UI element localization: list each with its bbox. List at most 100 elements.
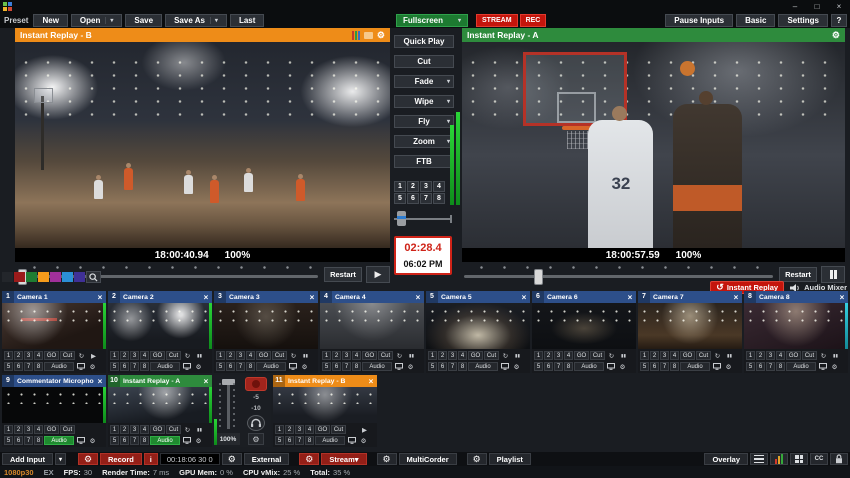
tbar-handle[interactable]: [397, 211, 406, 226]
overlay-3-button[interactable]: 3: [24, 351, 33, 360]
audio-button[interactable]: Audio: [44, 436, 74, 445]
overlay-4-button[interactable]: 4: [776, 351, 785, 360]
cut-button[interactable]: Cut: [60, 425, 75, 434]
close-icon[interactable]: ×: [624, 293, 636, 302]
overlay-button[interactable]: Overlay: [704, 453, 748, 465]
overlay-2-button[interactable]: 2: [650, 351, 659, 360]
menu-icon[interactable]: [750, 453, 768, 465]
overlay-6-button[interactable]: 6: [332, 362, 341, 371]
monitor-icon[interactable]: [181, 436, 192, 445]
overlay-7-button[interactable]: 7: [554, 362, 563, 371]
input-tile[interactable]: 4 Camera 4 × 1 2 3 4 GO Cut ↻ ▮▮ 5 6 7 8…: [320, 291, 424, 373]
color-swatch[interactable]: [74, 272, 85, 282]
overlay-4-button[interactable]: 4: [140, 425, 149, 434]
transition-tbar[interactable]: [394, 211, 452, 226]
overlay-5-button[interactable]: 5: [216, 362, 225, 371]
overlay-5-button[interactable]: 5: [110, 436, 119, 445]
playlist-button[interactable]: Playlist: [489, 453, 531, 465]
input-tile-header[interactable]: 8 Camera 8 ×: [744, 291, 848, 303]
loop-icon[interactable]: ↻: [76, 351, 87, 360]
input-tile[interactable]: 2 Camera 2 × 1 2 3 4 GO Cut ↻ ▮▮ 5 6 7 8…: [108, 291, 212, 373]
overlay-3-button[interactable]: 3: [554, 351, 563, 360]
input-thumbnail[interactable]: [108, 387, 212, 423]
transport-button[interactable]: ▮▮: [194, 351, 205, 360]
overlay-6-button[interactable]: 6: [120, 436, 129, 445]
loop-icon[interactable]: ↻: [712, 351, 723, 360]
audio-button[interactable]: Audio: [256, 362, 286, 371]
input-tile-header[interactable]: 3 Camera 3 ×: [214, 291, 318, 303]
overlay-5-button[interactable]: 5: [428, 362, 437, 371]
loop-icon[interactable]: ↻: [606, 351, 617, 360]
input-thumbnail[interactable]: [744, 303, 848, 349]
overlay-2-button[interactable]: 2: [438, 351, 447, 360]
overlay-1-button[interactable]: 1: [4, 425, 13, 434]
overlay-6-button[interactable]: 6: [14, 362, 23, 371]
cut-button[interactable]: Cut: [272, 351, 287, 360]
input-thumbnail[interactable]: [320, 303, 424, 349]
overlay-2-button[interactable]: 2: [332, 351, 341, 360]
multicorder-settings-gear-icon[interactable]: ⚙: [377, 453, 397, 465]
multicorder-button[interactable]: MultiCorder: [399, 453, 457, 465]
overlay-7-button[interactable]: 7: [24, 362, 33, 371]
overlay-6-button[interactable]: 6: [120, 362, 129, 371]
overlay-7-button[interactable]: 7: [236, 362, 245, 371]
number-button[interactable]: 2: [407, 181, 419, 192]
overlay-7-button[interactable]: 7: [660, 362, 669, 371]
close-icon[interactable]: ×: [306, 293, 318, 302]
overlay-3-button[interactable]: 3: [236, 351, 245, 360]
cut-button[interactable]: Cut: [378, 351, 393, 360]
overlay-7-button[interactable]: 7: [766, 362, 775, 371]
cut-button[interactable]: Cut: [590, 351, 605, 360]
overlay-5-button[interactable]: 5: [4, 362, 13, 371]
multiview-grid-icon[interactable]: [790, 453, 808, 465]
transport-button[interactable]: ▮▮: [512, 351, 523, 360]
overlay-4-button[interactable]: 4: [246, 351, 255, 360]
overlay-2-button[interactable]: 2: [226, 351, 235, 360]
overlay-3-button[interactable]: 3: [448, 351, 457, 360]
closed-captions-icon[interactable]: CC: [810, 453, 828, 465]
gear-icon[interactable]: ⚙: [358, 436, 369, 445]
overlay-4-button[interactable]: 4: [34, 351, 43, 360]
overlay-6-button[interactable]: 6: [285, 436, 294, 445]
go-button[interactable]: GO: [468, 351, 483, 360]
overlay-7-button[interactable]: 7: [130, 362, 139, 371]
overlay-2-button[interactable]: 2: [756, 351, 765, 360]
record-button[interactable]: Record: [100, 453, 142, 465]
cut-button[interactable]: Cut: [331, 425, 346, 434]
overlay-7-button[interactable]: 7: [448, 362, 457, 371]
cut-button[interactable]: Cut: [166, 351, 181, 360]
overlay-7-button[interactable]: 7: [295, 436, 304, 445]
rec-indicator[interactable]: REC: [520, 14, 547, 27]
transport-button[interactable]: ▮▮: [194, 425, 205, 434]
input-tile[interactable]: 7 Camera 7 × 1 2 3 4 GO Cut ↻ ▮▮ 5 6 7 8…: [638, 291, 742, 373]
close-icon[interactable]: ×: [836, 293, 848, 302]
audio-button[interactable]: Audio: [574, 362, 604, 371]
program-video[interactable]: 32: [462, 42, 845, 248]
zoom-button[interactable]: Zoom▾: [394, 135, 454, 148]
quick-play-button[interactable]: Quick Play: [394, 35, 454, 48]
overlay-8-button[interactable]: 8: [776, 362, 785, 371]
headphones-button[interactable]: [247, 415, 265, 431]
overlay-4-button[interactable]: 4: [352, 351, 361, 360]
overlay-6-button[interactable]: 6: [226, 362, 235, 371]
go-button[interactable]: GO: [44, 425, 59, 434]
overlay-2-button[interactable]: 2: [120, 351, 129, 360]
go-button[interactable]: GO: [680, 351, 695, 360]
input-tile[interactable]: 6 Camera 6 × 1 2 3 4 GO Cut ↻ ▮▮ 5 6 7 8…: [532, 291, 636, 373]
input-tile[interactable]: 11 Instant Replay - B × 1 2 3 4 GO Cut ↻…: [273, 375, 377, 447]
chevron-down-icon[interactable]: ▾: [55, 453, 66, 465]
color-swatch[interactable]: [14, 272, 25, 282]
new-button[interactable]: New: [33, 14, 67, 27]
overlay-3-button[interactable]: 3: [295, 425, 304, 434]
monitor-icon[interactable]: [393, 362, 404, 371]
color-swatch[interactable]: [26, 272, 37, 282]
chevron-down-icon[interactable]: ▾: [447, 98, 450, 105]
overlay-3-button[interactable]: 3: [130, 425, 139, 434]
lock-icon[interactable]: [830, 453, 848, 465]
monitor-icon[interactable]: [346, 436, 357, 445]
number-button[interactable]: 6: [407, 193, 419, 204]
loop-icon[interactable]: ↻: [818, 351, 829, 360]
seek-handle[interactable]: [534, 269, 543, 285]
overlay-1-button[interactable]: 1: [275, 425, 284, 434]
stream-button[interactable]: Stream▾: [321, 453, 366, 465]
